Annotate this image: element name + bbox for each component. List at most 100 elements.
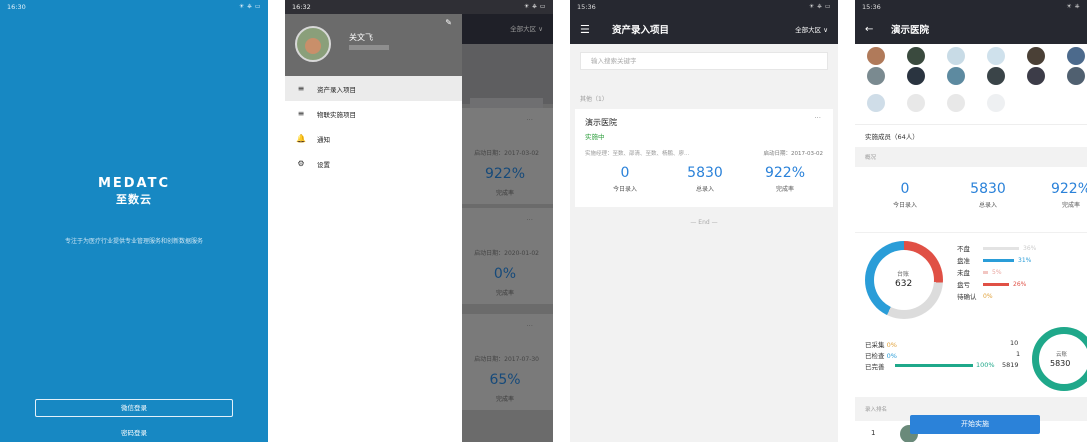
stat-value: 922% [1050,181,1087,197]
legend-percent: 36% [1023,244,1037,252]
list-end-marker: — End — [690,219,718,226]
overview-stats: 0 今日录入 5830 总录入 922% 完成率 [855,167,1087,232]
avatar[interactable] [947,67,965,85]
stat-value: 0 [900,181,910,197]
user-subtitle [349,45,389,50]
status-icons: ☀ ⎈ ▭ [238,3,261,10]
stat-label: 今日录入 [892,202,917,209]
legend-key: 未盘 [957,269,970,277]
member-avatars [855,44,1087,124]
status-bar: 16:30 ☀ ⎈ ▭ [0,0,268,14]
password-login-link[interactable]: 密码登录 [0,427,268,437]
app-header: ← 演示医院 [855,14,1087,44]
managers-text: 实施经理：至数、邵清、至数、杨鹏、廖... [585,151,690,157]
start-implementation-button[interactable]: 开始实施 [910,415,1040,434]
card-date: 启动日期：2017-03-02 [474,150,539,157]
menu-item-iot[interactable]: ≡ 物联实施项目 [285,101,462,126]
avatar[interactable] [947,47,965,65]
nav-drawer: 关文飞 ✎ ≡ 资产录入项目 ≡ 物联实施项目 🔔 通知 ⚙ 设置 [285,14,462,442]
collect-row: 已完善 [865,361,885,371]
stat-total: 5830 总录入 [953,181,1023,209]
status-icons: ☀ ⎈ ▭ [808,3,831,10]
menu-item-asset-entry[interactable]: ≡ 资产录入项目 [285,76,462,101]
avatar[interactable] [1067,47,1085,65]
menu-item-notifications[interactable]: 🔔 通知 [285,126,462,151]
project-card[interactable]: 演示医院 实施中 ··· 实施经理：至数、邵清、至数、杨鹏、廖... 启动日期：… [575,109,833,207]
menu-label: 资产录入项目 [317,85,356,94]
card-date: 启动日期：2020-01-02 [474,250,539,257]
ring-label: 云账 [1056,352,1068,358]
back-arrow-icon[interactable]: ← [865,24,885,35]
stat-label: 完成率 [1061,202,1080,209]
status-icons: ☀ ⎈ ▭ [523,3,546,10]
collect-row: 已采集 0% [865,339,897,349]
stat-value: 0 [620,165,630,181]
drawer-header: 关文飞 ✎ [285,14,462,76]
legend-percent: 0% [983,292,993,300]
avatar[interactable] [907,47,925,65]
edit-profile-icon[interactable]: ✎ [445,18,452,27]
avatar[interactable] [867,47,885,65]
stat-today: 0 今日录入 [870,181,940,209]
region-dropdown[interactable]: 全部大区 ∨ [795,24,828,34]
stat-value: 922% [764,165,806,181]
status-icons: ☀ ⎈ [1066,3,1080,10]
stat-label: 今日录入 [612,186,637,193]
menu-label: 通知 [317,135,330,144]
ring-label: 台账 [897,271,910,278]
row-key: 已检查 [865,352,885,360]
menu-icon[interactable]: ☰ [580,23,604,36]
collect-row: 已检查 0% [865,350,897,360]
avatar[interactable] [987,94,1005,112]
status-time: 15:36 [862,3,881,11]
wechat-login-button[interactable]: 微信登录 [35,399,233,417]
page-title: 演示医院 [891,25,930,36]
menu-item-settings[interactable]: ⚙ 设置 [285,151,462,176]
region-select: 全部大区 ∨ [510,25,543,33]
avatar[interactable] [867,94,885,112]
more-icon: ··· [526,322,533,330]
avatar[interactable] [947,94,965,112]
card-percent: 922% [484,166,526,182]
avatar[interactable] [907,94,925,112]
legend-item: 待确认 0% [957,291,993,302]
card-label: 完成率 [495,290,514,297]
card-date: 启动日期：2017-07-30 [474,356,539,363]
ring-value: 5830 [1050,359,1071,368]
legend-bar [983,258,1014,262]
search-input[interactable]: 输入搜索关键字 [580,52,828,70]
inventory-panel: 台账 632 不盘 36% 盘准 31% 未盘 5% 盘亏 26% 待确认 0% 已采集 … [855,232,1087,397]
brand-logo-cn: 至数云 [116,193,152,206]
stat-label: 完成率 [775,186,794,193]
bell-icon: 🔔 [296,134,306,143]
avatar[interactable] [1027,67,1045,85]
login-screen: 16:30 ☀ ⎈ ▭ MEDATC 至数云 专注于为医疗行业提供专业管理服务和创… [0,0,268,442]
legend-item: 盘亏 26% [957,279,1027,290]
stat-total: 5830 总录入 [670,165,740,193]
card-label: 完成率 [495,396,514,403]
more-icon[interactable]: ··· [814,114,821,122]
legend-percent: 26% [1013,280,1027,288]
avatar[interactable] [295,26,331,62]
members-count[interactable]: 实施成员（64人） [855,124,1087,147]
row-percent: 100% [976,361,995,369]
project-name: 演示医院 [585,118,617,127]
status-time: 16:30 [7,3,26,11]
section-header: 概况 [865,155,877,161]
app-header: ☰ 资产录入项目 全部大区 ∨ [570,14,838,44]
avatar[interactable] [1067,67,1085,85]
stat-rate: 922% 完成率 [750,165,820,193]
avatar[interactable] [867,67,885,85]
avatar[interactable] [907,67,925,85]
legend-key: 盘亏 [957,281,970,289]
avatar[interactable] [1027,47,1045,65]
row-count: 5819 [1002,361,1019,369]
gear-icon: ⚙ [297,159,305,168]
list-icon: ≡ [297,84,305,93]
avatar[interactable] [987,47,1005,65]
tagline: 专注于为医疗行业提供专业管理服务和创新数据服务 [64,238,203,245]
legend-percent: 5% [992,268,1002,276]
legend-key: 待确认 [957,293,977,301]
avatar[interactable] [987,67,1005,85]
ring-value: 632 [895,279,913,289]
